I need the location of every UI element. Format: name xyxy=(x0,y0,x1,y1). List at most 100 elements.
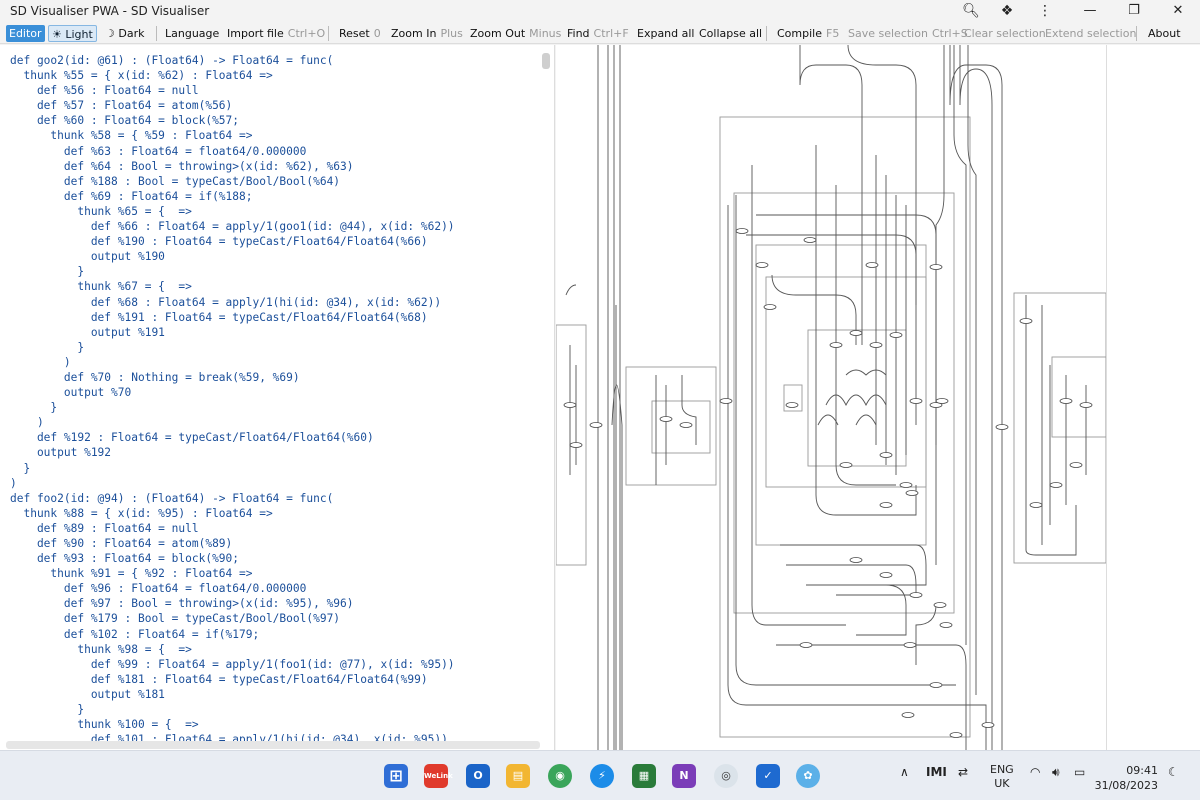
code-line[interactable]: output %190 xyxy=(10,249,455,264)
code-line[interactable]: def foo2(id: @94) : (Float64) -> Float64… xyxy=(10,491,455,506)
scrollbar-thumb[interactable] xyxy=(542,53,550,69)
code-line[interactable]: def %64 : Bool = throwing>(x(id: %62), %… xyxy=(10,159,455,174)
code-line[interactable]: def %97 : Bool = throwing>(x(id: %95), %… xyxy=(10,596,455,611)
notification-icon[interactable]: ☾ xyxy=(1168,765,1179,779)
restore-button[interactable]: ❐ xyxy=(1112,0,1156,22)
menu-separator xyxy=(1136,26,1137,41)
code-line[interactable]: thunk %55 = { x(id: %62) : Float64 => xyxy=(10,68,455,83)
code-line[interactable]: output %181 xyxy=(10,687,455,702)
code-line[interactable]: def %69 : Float64 = if(%188; xyxy=(10,189,455,204)
code-line[interactable]: def %99 : Float64 = apply/1(foo1(id: @77… xyxy=(10,657,455,672)
file-explorer-icon[interactable]: ▤ xyxy=(506,764,530,788)
volume-icon[interactable]: 🔊︎ xyxy=(1052,765,1060,780)
start-icon[interactable]: ⊞ xyxy=(384,764,408,788)
clear-selection-button[interactable]: Clear selection xyxy=(961,25,1049,42)
chrome-icon[interactable]: ◉ xyxy=(548,764,572,788)
code-line[interactable]: thunk %91 = { %92 : Float64 => xyxy=(10,566,455,581)
code-line[interactable]: } xyxy=(10,400,455,415)
code-line[interactable]: } xyxy=(10,340,455,355)
reset-button[interactable]: Reset 0 xyxy=(336,25,384,42)
code-line[interactable]: def %63 : Float64 = float64/0.000000 xyxy=(10,144,455,159)
extend-selection-button[interactable]: Extend selection xyxy=(1042,25,1139,42)
code-line[interactable]: def %181 : Float64 = typeCast/Float64/Fl… xyxy=(10,672,455,687)
code-line[interactable]: def %102 : Float64 = if(%179; xyxy=(10,627,455,642)
code-line[interactable]: thunk %58 = { %59 : Float64 => xyxy=(10,128,455,143)
about-button[interactable]: About xyxy=(1145,25,1184,42)
light-theme-button[interactable]: ☀ Light xyxy=(48,25,97,42)
language-indicator[interactable]: ENG UK xyxy=(990,763,1014,791)
editor-button[interactable]: Editor xyxy=(6,25,45,42)
code-line[interactable]: thunk %100 = { => xyxy=(10,717,455,732)
welink-icon[interactable]: WeLink xyxy=(424,764,453,788)
code-line[interactable]: def %89 : Float64 = null xyxy=(10,521,455,536)
code-line[interactable]: def %66 : Float64 = apply/1(goo1(id: @44… xyxy=(10,219,455,234)
graph-node xyxy=(909,592,923,598)
tray-app-icon[interactable]: IMI xyxy=(926,765,947,779)
code-line[interactable]: def %93 : Float64 = block(%90; xyxy=(10,551,455,566)
language-menu[interactable]: Language xyxy=(162,25,222,42)
outlook-icon[interactable]: O xyxy=(466,764,490,788)
zoom-icon[interactable]: 🔍︎ xyxy=(960,2,982,20)
code-editor[interactable]: def goo2(id: @61) : (Float64) -> Float64… xyxy=(0,45,555,750)
graph-edge xyxy=(915,604,937,665)
code-line[interactable]: def %190 : Float64 = typeCast/Float64/Fl… xyxy=(10,234,455,249)
code-line[interactable]: def %56 : Float64 = null xyxy=(10,83,455,98)
graph-viewer[interactable] xyxy=(556,45,1106,750)
editor-vertical-scrollbar[interactable] xyxy=(540,47,552,747)
graph-node xyxy=(933,602,947,608)
code-line[interactable]: def goo2(id: @61) : (Float64) -> Float64… xyxy=(10,53,455,68)
collapse-all-button[interactable]: Collapse all xyxy=(696,25,765,42)
graph-node xyxy=(1059,398,1073,404)
code-line[interactable]: thunk %98 = { => xyxy=(10,642,455,657)
code-line[interactable]: def %60 : Float64 = block(%57; xyxy=(10,113,455,128)
battery-icon[interactable]: ▭ xyxy=(1074,765,1085,779)
power-automate-icon[interactable]: ⚡︎ xyxy=(590,764,614,788)
graph-canvas[interactable] xyxy=(556,45,1106,750)
code-line[interactable]: def %192 : Float64 = typeCast/Float64/Fl… xyxy=(10,430,455,445)
code-line[interactable]: } xyxy=(10,702,455,717)
tray-sync-icon[interactable]: ⇄ xyxy=(958,765,968,779)
code-line[interactable]: def %70 : Nothing = break(%59, %69) xyxy=(10,370,455,385)
minimize-button[interactable]: — xyxy=(1068,0,1112,22)
code-text[interactable]: def goo2(id: @61) : (Float64) -> Float64… xyxy=(10,53,455,747)
paint-icon[interactable]: ✿ xyxy=(796,764,820,788)
extensions-icon[interactable]: ❖ xyxy=(996,2,1018,20)
code-line[interactable]: thunk %67 = { => xyxy=(10,279,455,294)
code-line[interactable]: output %191 xyxy=(10,325,455,340)
code-line[interactable]: ) xyxy=(10,355,455,370)
code-line[interactable]: output %70 xyxy=(10,385,455,400)
minecraft-icon[interactable]: ▦ xyxy=(632,764,656,788)
code-line[interactable]: } xyxy=(10,461,455,476)
close-button[interactable]: ✕ xyxy=(1156,0,1200,22)
code-line[interactable]: def %68 : Float64 = apply/1(hi(id: @34),… xyxy=(10,295,455,310)
app-icon[interactable]: ◎ xyxy=(714,764,738,788)
wifi-icon[interactable]: ◠ xyxy=(1030,765,1040,779)
code-line[interactable]: thunk %65 = { => xyxy=(10,204,455,219)
import-file-button[interactable]: Import file Ctrl+O xyxy=(224,25,328,42)
expand-all-button[interactable]: Expand all xyxy=(634,25,698,42)
code-line[interactable]: ) xyxy=(10,476,455,491)
code-line[interactable]: def %90 : Float64 = atom(%89) xyxy=(10,536,455,551)
compile-button[interactable]: Compile F5 xyxy=(774,25,842,42)
save-selection-button[interactable]: Save selection Ctrl+S xyxy=(845,25,971,42)
graph-node xyxy=(869,342,883,348)
code-line[interactable]: } xyxy=(10,264,455,279)
code-line[interactable]: def %191 : Float64 = typeCast/Float64/Fl… xyxy=(10,310,455,325)
find-button[interactable]: Find Ctrl+F xyxy=(564,25,632,42)
clock[interactable]: 09:41 31/08/2023 xyxy=(1095,763,1158,793)
code-line[interactable]: def %57 : Float64 = atom(%56) xyxy=(10,98,455,113)
tray-chevron-icon[interactable]: ∧ xyxy=(900,765,909,779)
zoom-out-button[interactable]: Zoom Out Minus xyxy=(467,25,564,42)
code-line[interactable]: def %96 : Float64 = float64/0.000000 xyxy=(10,581,455,596)
editor-horizontal-scrollbar[interactable] xyxy=(6,741,540,749)
code-line[interactable]: def %188 : Bool = typeCast/Bool/Bool(%64… xyxy=(10,174,455,189)
code-line[interactable]: def %179 : Bool = typeCast/Bool/Bool(%97… xyxy=(10,611,455,626)
code-line[interactable]: thunk %88 = { x(id: %95) : Float64 => xyxy=(10,506,455,521)
active-app-icon[interactable]: ✓ xyxy=(756,764,780,788)
more-options-icon[interactable]: ⋮ xyxy=(1034,2,1056,20)
code-line[interactable]: output %192 xyxy=(10,445,455,460)
onenote-icon[interactable]: N xyxy=(672,764,696,788)
dark-theme-button[interactable]: ☽ Dark xyxy=(102,25,147,42)
zoom-in-button[interactable]: Zoom In Plus xyxy=(388,25,466,42)
code-line[interactable]: ) xyxy=(10,415,455,430)
